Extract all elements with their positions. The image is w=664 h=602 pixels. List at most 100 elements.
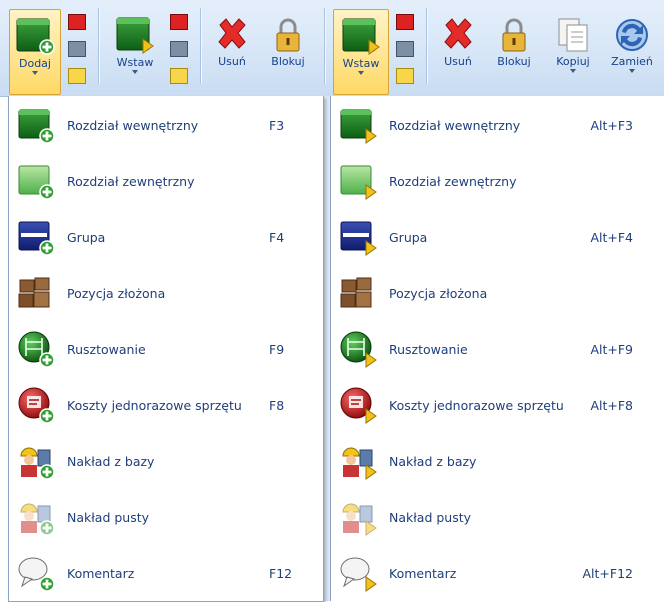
bricks-icon <box>18 277 50 308</box>
menu-item-koszty-jednorazowe[interactable]: Koszty jednorazowe sprzętu F8 <box>9 378 323 434</box>
ribbon-toolbar: Dodaj Wstaw Usuń Blokuj Wstaw Usuń Bloku… <box>0 0 664 97</box>
green-folder-plus-icon <box>18 109 55 144</box>
scaffold-plus-icon <box>18 331 55 368</box>
kopiuj-button[interactable]: Kopiuj <box>546 9 600 93</box>
blokuj-button[interactable]: Blokuj <box>262 9 314 79</box>
menu-item-shortcut: F4 <box>269 230 285 245</box>
green-folder-plus-icon <box>16 18 55 55</box>
menu-item-label: Nakład pusty <box>389 510 472 525</box>
equipment-cost-insert-icon <box>340 387 377 424</box>
padlock-icon <box>502 18 526 52</box>
menu-item-rozdzial-wewnetrzny[interactable]: Rozdział wewnętrzny F3 <box>9 98 323 154</box>
dodaj-label: Dodaj <box>19 57 51 70</box>
menu-item-pozycja-zlozona[interactable]: Pozycja złożona <box>331 266 664 322</box>
wstaw-button[interactable]: Wstaw <box>107 9 163 93</box>
menu-item-rusztowanie[interactable]: Rusztowanie F9 <box>9 322 323 378</box>
menu-item-koszty-jednorazowe[interactable]: Koszty jednorazowe sprzętu Alt+F8 <box>331 378 664 434</box>
menu-item-label: Nakład pusty <box>67 510 150 525</box>
menu-item-rusztowanie[interactable]: Rusztowanie Alt+F9 <box>331 322 664 378</box>
menu-item-label: Nakład z bazy <box>67 454 155 469</box>
menu-item-grupa[interactable]: Grupa F4 <box>9 210 323 266</box>
menu-item-rozdzial-wewnetrzny[interactable]: Rozdział wewnętrzny Alt+F3 <box>331 98 664 154</box>
padlock-icon <box>276 18 300 52</box>
menu-item-shortcut: F9 <box>269 342 285 357</box>
menu-item-label: Grupa <box>67 230 106 245</box>
kopiuj-label: Kopiuj <box>556 55 590 68</box>
cubes-insert-icon[interactable] <box>396 41 414 57</box>
menu-item-label: Rozdział wewnętrzny <box>67 118 199 133</box>
menu-item-naklad-z-bazy[interactable]: Nakład z bazy <box>331 434 664 490</box>
green-folder-insert-icon <box>342 18 380 55</box>
zamien-button[interactable]: Zamień <box>604 9 660 93</box>
cubes-insert-icon[interactable] <box>170 41 188 57</box>
menu-item-pozycja-zlozona[interactable]: Pozycja złożona <box>9 266 323 322</box>
blokuj-button-right[interactable]: Blokuj <box>488 9 540 79</box>
menu-item-rozdzial-zewnetrzny[interactable]: Rozdział zewnętrzny <box>331 154 664 210</box>
menu-item-komentarz[interactable]: Komentarz F12 <box>9 546 323 602</box>
menu-item-label: Rozdział wewnętrzny <box>389 118 521 133</box>
light-green-folder-insert-icon <box>340 165 377 200</box>
separator <box>98 8 99 84</box>
blokuj-label: Blokuj <box>271 55 305 68</box>
menu-item-label: Komentarz <box>389 566 457 581</box>
chevron-down-icon <box>32 71 38 81</box>
separator <box>324 8 325 84</box>
menu-item-shortcut: F8 <box>269 398 285 413</box>
wstaw-label: Wstaw <box>116 56 154 69</box>
menu-item-komentarz[interactable]: Komentarz Alt+F12 <box>331 546 664 602</box>
chevron-down-icon <box>629 69 635 79</box>
menu-item-rozdzial-zewnetrzny[interactable]: Rozdział zewnętrzny <box>9 154 323 210</box>
menu-item-naklad-z-bazy[interactable]: Nakład z bazy <box>9 434 323 490</box>
menu-item-label: Rusztowanie <box>389 342 468 357</box>
menu-item-shortcut: Alt+F8 <box>590 398 633 413</box>
menu-item-label: Koszty jednorazowe sprzętu <box>67 398 242 413</box>
yellow-note-insert-icon[interactable] <box>170 68 188 84</box>
copy-icon <box>558 18 588 52</box>
menu-item-naklad-pusty[interactable]: Nakład pusty <box>331 490 664 546</box>
light-green-folder-plus-icon <box>18 165 55 200</box>
menu-item-shortcut: F12 <box>269 566 293 581</box>
menu-item-shortcut: Alt+F4 <box>590 230 633 245</box>
usun-label: Usuń <box>218 55 246 68</box>
worker-database-plus-icon <box>20 447 55 480</box>
red-book-insert-icon[interactable] <box>396 14 414 30</box>
menu-item-shortcut: Alt+F12 <box>582 566 634 581</box>
cubes-plus-icon[interactable] <box>68 41 86 57</box>
menu-item-grupa[interactable]: Grupa Alt+F4 <box>331 210 664 266</box>
separator <box>200 8 201 84</box>
wstaw-button-right[interactable]: Wstaw <box>333 9 389 95</box>
usun-button-right[interactable]: Usuń <box>434 9 482 79</box>
menu-item-label: Grupa <box>389 230 428 245</box>
menu-item-shortcut: Alt+F3 <box>590 118 633 133</box>
red-x-icon <box>444 18 472 49</box>
blokuj-label: Blokuj <box>497 55 531 68</box>
zamien-label: Zamień <box>611 55 653 68</box>
menu-item-label: Pozycja złożona <box>389 286 488 301</box>
usun-button[interactable]: Usuń <box>208 9 256 79</box>
red-book-plus-icon[interactable] <box>68 14 86 30</box>
swap-arrows-icon <box>616 19 648 51</box>
wstaw-dropdown-menu: Rozdział wewnętrzny Alt+F3 Rozdział zewn… <box>330 96 664 601</box>
yellow-note-plus-icon[interactable] <box>68 68 86 84</box>
dodaj-button[interactable]: Dodaj <box>9 9 61 95</box>
usun-label: Usuń <box>444 55 472 68</box>
menu-item-label: Rozdział zewnętrzny <box>389 174 517 189</box>
separator <box>426 8 427 84</box>
green-folder-insert-icon <box>116 17 154 54</box>
menu-item-shortcut: Alt+F9 <box>590 342 633 357</box>
green-folder-insert-icon <box>340 109 377 144</box>
worker-database-insert-icon <box>342 447 377 480</box>
chevron-down-icon <box>358 71 364 81</box>
menu-item-label: Komentarz <box>67 566 135 581</box>
scaffold-insert-icon <box>340 331 377 368</box>
dodaj-dropdown-menu: Rozdział wewnętrzny F3 Rozdział zewnętrz… <box>8 96 324 602</box>
worker-empty-plus-icon <box>20 503 55 536</box>
worker-empty-insert-icon <box>342 503 377 536</box>
yellow-note-insert-icon[interactable] <box>396 68 414 84</box>
bricks-icon <box>340 277 372 308</box>
comment-insert-icon <box>340 557 377 592</box>
blue-folder-insert-icon <box>340 221 377 256</box>
chevron-down-icon <box>132 70 138 80</box>
menu-item-naklad-pusty[interactable]: Nakład pusty <box>9 490 323 546</box>
red-book-insert-icon[interactable] <box>170 14 188 30</box>
